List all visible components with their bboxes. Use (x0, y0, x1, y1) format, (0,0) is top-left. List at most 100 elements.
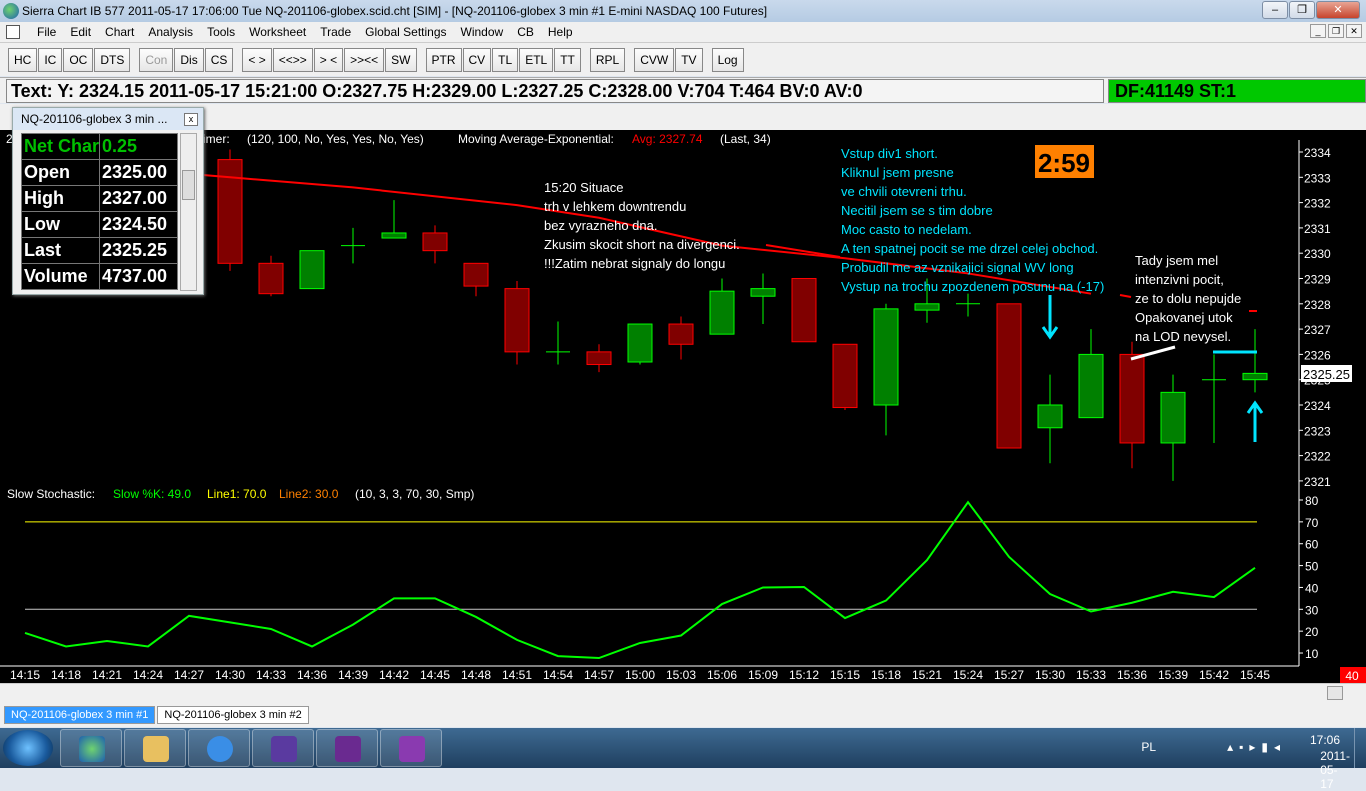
menu-cb[interactable]: CB (510, 25, 541, 39)
menu-worksheet[interactable]: Worksheet (242, 25, 313, 39)
stoch-tick-label: 80 (1305, 494, 1319, 508)
chart-area[interactable]: 2334 2333 2332 2331 2330 2329 2328 2327 2326 2325… (0, 130, 1366, 683)
toolbar-button-26[interactable]: Log (711, 48, 744, 72)
toolbar-button-24[interactable]: TV (675, 48, 703, 72)
toolbar-button-11[interactable]: > < (313, 48, 344, 72)
candle-up (873, 308, 899, 406)
maximize-button[interactable]: ❐ (1289, 1, 1315, 19)
stoch-k-line (24, 500, 1256, 660)
show-desktop-button[interactable] (1354, 728, 1366, 768)
annotation-text: intenzivni pocit, (1135, 272, 1224, 287)
time-tick-label: 15:06 (707, 668, 737, 682)
menu-trade[interactable]: Trade (313, 25, 358, 39)
toolbar-separator (234, 48, 242, 76)
stoch-label: Slow Stochastic: (7, 487, 95, 501)
annotation-text: ve chvili otevreni trhu. (841, 184, 967, 199)
mdi-restore-button[interactable]: ❐ (1328, 24, 1344, 38)
chart-window-icon[interactable] (6, 25, 20, 39)
toolbar-button-5[interactable]: Con (139, 48, 174, 72)
toolbar-button-23[interactable]: CVW (634, 48, 675, 72)
bar-timer: 2:59 (1038, 148, 1090, 178)
values-scrollbar[interactable] (180, 133, 197, 291)
values-label: Low (21, 211, 100, 238)
toolbar-button-18[interactable]: ETL (519, 48, 554, 72)
clock-date[interactable]: 2011-05-17 (1320, 749, 1350, 791)
chart-tab[interactable]: NQ-201106-globex 3 min #2 (157, 706, 309, 724)
chart-values-window[interactable]: NQ-201106-globex 3 min ... x Net Char 0.2… (12, 107, 204, 295)
values-window-close-button[interactable]: x (184, 113, 198, 126)
scroll-thumb[interactable] (182, 170, 195, 200)
scroll-thumb[interactable] (1327, 686, 1343, 700)
price-tick-label: 2332 (1304, 197, 1331, 211)
values-value: 0.25 (99, 133, 178, 160)
candle-up (709, 290, 735, 335)
toolbar-separator (626, 48, 634, 76)
time-tick-label: 15:27 (994, 668, 1024, 682)
clock-time[interactable]: 17:06 (1310, 733, 1340, 747)
toolbar-button-0[interactable]: HC (8, 48, 38, 72)
horizontal-scrollbar[interactable] (0, 683, 1366, 701)
toolbar-button-12[interactable]: >><< (344, 48, 385, 72)
last-price-label: 2325.25 (1303, 367, 1350, 382)
toolbar-button-17[interactable]: TL (492, 48, 519, 72)
mdi-close-button[interactable]: ✕ (1346, 24, 1362, 38)
menu-global-settings[interactable]: Global Settings (358, 25, 453, 39)
stoch-tick-label: 70 (1305, 516, 1319, 530)
chart-tab[interactable]: NQ-201106-globex 3 min #1 (4, 706, 156, 724)
toolbar-button-6[interactable]: Dis (174, 48, 204, 72)
time-tick-label: 14:30 (215, 668, 245, 682)
time-tick-label: 14:45 (420, 668, 450, 682)
annotation-text: Opakovanej utok (1135, 310, 1233, 325)
tray-icons[interactable]: ▴▪▸▮◂ (1227, 740, 1286, 754)
ie-icon (207, 736, 233, 762)
start-button[interactable] (3, 730, 53, 766)
time-tick-label: 15:18 (871, 668, 901, 682)
taskbar-explorer[interactable] (124, 729, 186, 767)
toolbar-button-1[interactable]: IC (38, 48, 63, 72)
price-tick-label: 2328 (1304, 298, 1331, 312)
toolbar-button-10[interactable]: <<>> (272, 48, 313, 72)
candle-up (1160, 391, 1186, 444)
taskbar-app[interactable] (316, 729, 378, 767)
minimize-button[interactable]: – (1262, 1, 1288, 19)
values-label: Open (21, 159, 100, 186)
values-row: High 2327.00 (21, 185, 178, 212)
toolbar-button-21[interactable]: RPL (589, 48, 626, 72)
annotation-text: ze to dolu nepujde (1135, 291, 1241, 306)
toolbar-button-2[interactable]: OC (63, 48, 94, 72)
menu-file[interactable]: File (30, 25, 63, 39)
language-indicator[interactable]: PL (1141, 740, 1156, 754)
menu-window[interactable]: Window (454, 25, 511, 39)
taskbar-onenote[interactable] (380, 729, 442, 767)
annotation-text: trh v lehkem downtrendu (544, 199, 686, 214)
toolbar-button-16[interactable]: CV (462, 48, 492, 72)
candle-up (750, 288, 776, 297)
arrow-up-icon (1246, 400, 1264, 442)
time-tick-label: 14:15 (10, 668, 40, 682)
time-tick-label: 14:18 (51, 668, 81, 682)
taskbar-sierra-chart[interactable] (60, 729, 122, 767)
menu-chart[interactable]: Chart (98, 25, 141, 39)
time-tick-label: 14:39 (338, 668, 368, 682)
taskbar-app[interactable] (252, 729, 314, 767)
menu-help[interactable]: Help (541, 25, 580, 39)
menu-analysis[interactable]: Analysis (141, 25, 200, 39)
toolbar-button-9[interactable]: < > (242, 48, 272, 72)
annotation-text: bez vyrazneho dna. (544, 218, 657, 233)
candle-down (504, 288, 530, 353)
values-table: Net Char 0.25 Open 2325.00 High 2327.00 Low 232… (21, 133, 178, 290)
annotation-text: A ten spatnej pocit se me drzel celej ob… (841, 241, 1098, 256)
toolbar-button-19[interactable]: TT (554, 48, 581, 72)
time-tick-label: 14:51 (502, 668, 532, 682)
toolbar-button-13[interactable]: SW (385, 48, 417, 72)
price-tick-label: 2326 (1304, 348, 1331, 362)
toolbar-button-3[interactable]: DTS (94, 48, 131, 72)
menu-tools[interactable]: Tools (200, 25, 242, 39)
toolbar-button-15[interactable]: PTR (425, 48, 462, 72)
toolbar: HC IC OC DTS Con Dis CS < > <<>> > < >><< SW PTR CV TL… (0, 42, 1366, 76)
menu-edit[interactable]: Edit (63, 25, 98, 39)
mdi-minimize-button[interactable]: _ (1310, 24, 1326, 38)
toolbar-button-7[interactable]: CS (204, 48, 234, 72)
close-button[interactable]: ✕ (1316, 1, 1360, 19)
taskbar-ie[interactable] (188, 729, 250, 767)
